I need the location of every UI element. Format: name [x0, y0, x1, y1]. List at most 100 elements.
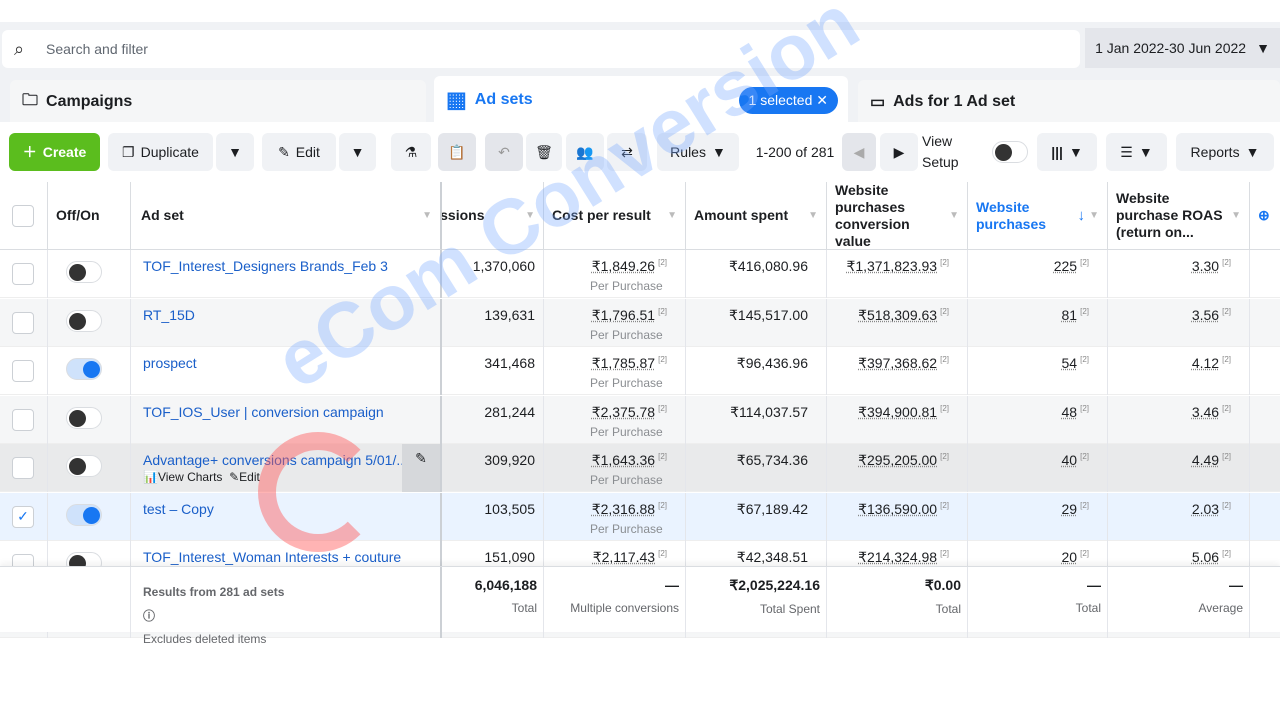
adset-name-cell: prospect — [131, 347, 442, 395]
tab-ads[interactable]: ▭ Ads for 1 Ad set — [858, 80, 1280, 124]
edit-dropdown[interactable]: ▼ — [339, 133, 376, 171]
date-range-picker[interactable]: 1 Jan 2022-30 Jun 2022 ▼ — [1085, 28, 1280, 68]
undo-icon[interactable]: ↶ — [485, 133, 523, 171]
footer-spent: ₹2,025,224.16 Total Spent — [686, 567, 827, 633]
column-header-off-on[interactable]: Off/On — [48, 182, 131, 250]
adset-name-link[interactable]: prospect — [143, 355, 197, 371]
footer-cost: — Multiple conversions — [544, 567, 686, 633]
row-select — [0, 298, 48, 347]
edit-button[interactable]: ✎ Edit — [262, 133, 336, 171]
adset-toggle[interactable] — [66, 358, 102, 380]
cell-roas: 3.56 [2] — [1108, 298, 1250, 347]
cell-purchases: 40 [2] — [968, 444, 1108, 492]
cell-spent: ₹96,436.96 — [686, 347, 827, 395]
cell-cost: ₹2,375.78 [2] Per Purchase — [544, 395, 686, 444]
view-setup-toggle[interactable] — [990, 133, 1030, 171]
adset-name-link[interactable]: Advantage+ conversions campaign 5/01/... — [143, 452, 408, 468]
row-checkbox[interactable] — [12, 457, 34, 479]
adset-name-cell: Advantage+ conversions campaign 5/01/...… — [131, 444, 442, 492]
cell-purchases: 54 [2] — [968, 347, 1108, 395]
duplicate-icon: ❐ — [122, 143, 135, 160]
row-checkbox[interactable] — [12, 263, 34, 285]
cell-purchases: 48 [2] — [968, 395, 1108, 444]
cell-spent: ₹416,080.96 — [686, 250, 827, 298]
cell-impressions: 139,631 — [442, 298, 544, 347]
table-row[interactable]: Advantage+ conversions campaign 5/01/...… — [0, 444, 1280, 492]
pencil-icon[interactable]: ✎ — [402, 444, 440, 492]
adset-toggle[interactable] — [66, 406, 102, 429]
cell-roas: 4.12 [2] — [1108, 347, 1250, 395]
adset-name-link[interactable]: TOF_Interest_Designers Brands_Feb 3 — [143, 258, 388, 274]
duplicate-dropdown[interactable]: ▼ — [216, 133, 254, 171]
view-setup-label: View Setup — [922, 133, 959, 170]
cell-cost: ₹1,796.51 [2] Per Purchase — [544, 298, 686, 347]
table-row[interactable]: prospect 341,468 ₹1,785.87 [2] Per Purchase ₹… — [0, 347, 1280, 395]
tab-campaigns[interactable]: 🗀 Campaigns — [10, 80, 426, 124]
ab-test-icon[interactable]: ⚗ — [391, 133, 431, 171]
adset-name-link[interactable]: test – Copy — [143, 501, 214, 517]
create-button[interactable]: ＋ Create — [9, 133, 100, 171]
column-header-impressions[interactable]: Impressions▼ — [442, 182, 544, 250]
close-icon[interactable]: ✕ — [816, 92, 828, 108]
duplicate-button[interactable]: ❐ Duplicate — [108, 133, 213, 171]
table-row[interactable]: TOF_IOS_User | conversion campaign 281,24… — [0, 395, 1280, 444]
prev-page-button[interactable]: ◀ — [842, 133, 876, 171]
edit-link[interactable]: ✎Edit — [229, 470, 260, 484]
adset-toggle[interactable] — [66, 455, 102, 477]
footer-purchases: — Total — [968, 567, 1108, 633]
row-checkbox[interactable]: ✓ — [12, 505, 34, 528]
table-row[interactable]: RT_15D 139,631 ₹1,796.51 [2] Per Purchase ₹14… — [0, 298, 1280, 347]
info-icon[interactable]: ⓘ — [143, 607, 434, 624]
adset-name-cell: TOF_IOS_User | conversion campaign — [131, 395, 442, 444]
row-checkbox[interactable] — [12, 408, 34, 431]
cell-cost: ₹1,849.26 [2] Per Purchase — [544, 250, 686, 298]
cell-cost: ₹2,316.88 [2] Per Purchase — [544, 492, 686, 541]
reports-button[interactable]: Reports ▼ — [1176, 133, 1274, 171]
delete-icon[interactable]: 🗑 — [526, 133, 562, 171]
columns-button[interactable]: ||| ▼ — [1037, 133, 1097, 171]
row-checkbox[interactable] — [12, 360, 34, 382]
view-charts-link[interactable]: 📊View Charts — [143, 470, 222, 484]
clipboard-icon[interactable]: 📋 — [438, 133, 476, 171]
adset-name-link[interactable]: RT_15D — [143, 307, 195, 323]
column-header-website-purchases[interactable]: Website purchases ↓ ▼ — [968, 182, 1108, 250]
adset-name-cell: RT_15D — [131, 298, 442, 347]
select-all-checkbox[interactable] — [12, 204, 34, 227]
export-icon[interactable]: ⇄ — [607, 133, 647, 171]
search-input[interactable]: ⌕ Search and filter — [2, 30, 1080, 68]
cell-impressions: 281,244 — [442, 395, 544, 444]
breakdown-button[interactable]: ☰ ▼ — [1106, 133, 1167, 171]
column-header-roas[interactable]: Website purchase ROAS (return on... ▼ — [1108, 182, 1250, 250]
cell-impressions: 309,920 — [442, 444, 544, 492]
adset-toggle[interactable] — [66, 261, 102, 283]
cell-spent: ₹67,189.42 — [686, 492, 827, 541]
grid-icon: ▦ — [446, 87, 467, 112]
table-row[interactable]: ✓ test – Copy 103,505 ₹2,316.88 [2] Per Purch… — [0, 492, 1280, 541]
column-header-cost-per-result[interactable]: Cost per result ▼ — [544, 182, 686, 250]
caret-down-icon: ▼ — [1256, 40, 1270, 56]
toggle-switch[interactable] — [992, 141, 1028, 163]
adset-name-link[interactable]: TOF_Interest_Woman Interests + couture — [143, 549, 401, 565]
table-row[interactable]: TOF_Interest_Designers Brands_Feb 3 1,370… — [0, 250, 1280, 298]
pagination-label: 1-200 of 281 — [755, 144, 835, 160]
cell-purchases: 225 [2] — [968, 250, 1108, 298]
cell-cost: ₹1,643.36 [2] Per Purchase — [544, 444, 686, 492]
adset-toggle[interactable] — [66, 503, 102, 526]
column-header-conversion-value[interactable]: Website purchases conversion value ▼ — [827, 182, 968, 250]
audience-icon[interactable]: 👥 — [566, 133, 604, 171]
next-page-button[interactable]: ▶ — [880, 133, 918, 171]
column-header-amount-spent[interactable]: Amount spent ▼ — [686, 182, 827, 250]
adset-toggle[interactable] — [66, 309, 102, 332]
rules-button[interactable]: Rules ▼ — [657, 133, 739, 171]
row-toggle-cell — [48, 492, 131, 541]
selected-badge[interactable]: 1 selected ✕ — [738, 86, 838, 114]
cell-roas: 2.03 [2] — [1108, 492, 1250, 541]
cell-impressions: 1,370,060 — [442, 250, 544, 298]
ads-manager: ⌕ Search and filter 1 Jan 2022-30 Jun 202… — [0, 22, 1280, 677]
row-checkbox[interactable] — [12, 311, 34, 334]
row-toggle-cell — [48, 298, 131, 347]
adset-name-link[interactable]: TOF_IOS_User | conversion campaign — [143, 404, 384, 420]
add-column-icon[interactable]: ⊕ — [1250, 182, 1280, 250]
column-header-ad-set[interactable]: Ad set ▼ — [131, 182, 442, 250]
tab-adsets[interactable]: ▦ Ad sets 1 selected ✕ — [434, 76, 848, 124]
